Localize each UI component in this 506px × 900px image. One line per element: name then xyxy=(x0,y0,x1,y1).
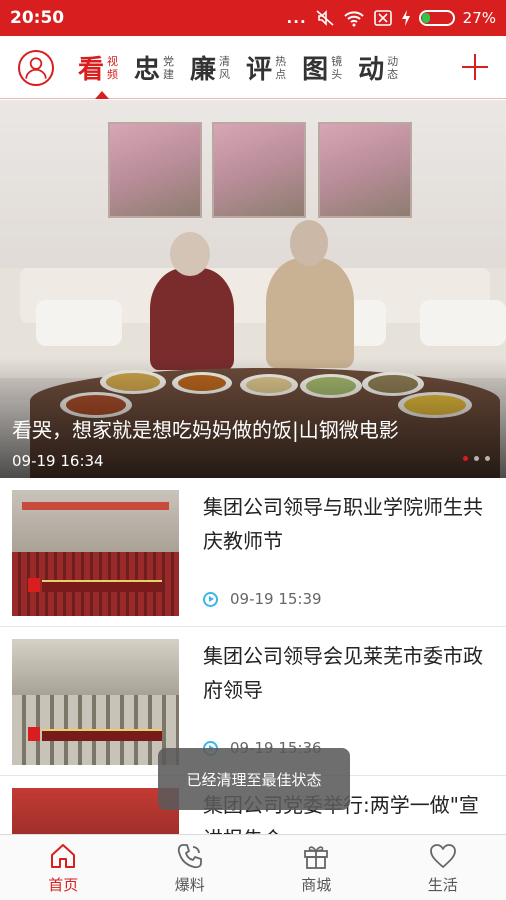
tab-news[interactable]: 动 动 态 xyxy=(358,36,414,99)
tab-review-sub: 热 点 xyxy=(275,55,286,81)
tab-integrity-sub1: 清 xyxy=(219,54,231,68)
news-thumbnail xyxy=(12,490,179,616)
featured-banner[interactable]: 看哭，想家就是想吃妈妈做的饭|山钢微电影 09-19 16:34 xyxy=(0,100,506,478)
tab-photo[interactable]: 图 镜 头 xyxy=(302,36,358,99)
phone-icon xyxy=(177,844,202,869)
channel-tabs: 看 视 频 忠 党 建 廉 清 风 评 热 点 图 镜 头 动 动 态 xyxy=(78,36,448,99)
tab-review-char: 评 xyxy=(246,55,273,85)
tab-news-sub1: 动 xyxy=(387,54,399,68)
news-title[interactable]: 集团公司领导会见莱芜市委市政府领导 xyxy=(203,639,498,707)
status-time: 20:50 xyxy=(10,8,65,28)
status-icons: ... 27% xyxy=(287,9,496,27)
banner-cushion xyxy=(36,300,122,346)
slide-dot xyxy=(474,456,479,461)
banner-title[interactable]: 看哭，想家就是想吃妈妈做的饭|山钢微电影 xyxy=(12,414,399,443)
nav-life[interactable]: 生活 xyxy=(380,835,506,900)
tab-integrity-char: 廉 xyxy=(190,55,217,85)
tab-video-sub2: 频 xyxy=(107,67,119,81)
news-thumbnail xyxy=(12,639,179,765)
charging-icon xyxy=(401,10,410,26)
tab-review-sub1: 热 xyxy=(275,54,287,68)
banner-painting xyxy=(108,122,202,218)
play-icon xyxy=(203,591,218,607)
thumb-banner xyxy=(22,502,169,510)
nav-mall[interactable]: 商城 xyxy=(253,835,380,900)
tab-integrity-sub: 清 风 xyxy=(219,55,230,81)
tab-video-sub1: 视 xyxy=(107,54,119,68)
app-screen: 20:50 ... 27% 看 视 频 忠 党 建 廉 清 风 评 热 点 图 … xyxy=(0,0,506,900)
slide-dot xyxy=(463,456,468,461)
thumb-logo xyxy=(28,727,40,741)
thumb-stage xyxy=(12,490,179,560)
no-sim-icon xyxy=(373,10,392,26)
mute-icon xyxy=(316,10,334,26)
tab-photo-char: 图 xyxy=(302,55,329,85)
toast-message: 已经清理至最佳状态 xyxy=(158,748,350,810)
banner-person xyxy=(150,268,234,370)
tab-review[interactable]: 评 热 点 xyxy=(246,36,302,99)
add-channel-icon[interactable] xyxy=(460,52,490,82)
tab-party-sub2: 建 xyxy=(163,67,175,81)
tab-video[interactable]: 看 视 频 xyxy=(78,36,134,99)
tab-party[interactable]: 忠 党 建 xyxy=(134,36,190,99)
home-icon xyxy=(51,844,76,868)
slide-indicator xyxy=(463,456,490,461)
tab-photo-sub: 镜 头 xyxy=(331,55,342,81)
channel-bar: 看 视 频 忠 党 建 廉 清 风 评 热 点 图 镜 头 动 动 态 xyxy=(0,36,506,99)
battery-percent: 27% xyxy=(462,9,496,27)
tab-video-sub: 视 频 xyxy=(107,55,118,81)
nav-mall-label: 商城 xyxy=(301,876,332,894)
tab-news-char: 动 xyxy=(358,55,385,85)
nav-home[interactable]: 首页 xyxy=(0,835,127,900)
tab-party-sub1: 党 xyxy=(163,54,175,68)
nav-tipoff-label: 爆料 xyxy=(174,876,205,894)
banner-painting xyxy=(318,122,412,218)
wifi-icon xyxy=(343,11,364,27)
status-bar: 20:50 ... 27% xyxy=(0,0,506,36)
thumb-logo xyxy=(28,578,40,592)
news-item[interactable]: 集团公司领导与职业学院师生共庆教师节 09-19 15:39 xyxy=(0,478,506,627)
tab-news-sub2: 态 xyxy=(387,67,399,81)
user-avatar-icon[interactable] xyxy=(18,50,54,86)
banner-head xyxy=(290,220,328,266)
tab-integrity-sub2: 风 xyxy=(219,67,231,81)
news-time: 09-19 15:39 xyxy=(230,590,322,608)
thumb-caption xyxy=(42,580,162,592)
banner-cushion xyxy=(420,300,506,346)
nav-life-label: 生活 xyxy=(427,876,458,894)
tab-party-sub: 党 建 xyxy=(163,55,174,81)
thumb-caption xyxy=(42,729,162,741)
heart-icon xyxy=(429,844,456,868)
battery-icon xyxy=(418,10,455,26)
banner-painting xyxy=(212,122,306,218)
slide-dot xyxy=(485,456,490,461)
nav-home-label: 首页 xyxy=(48,876,79,894)
bottom-nav: 首页 爆料 商城 生活 xyxy=(0,834,506,900)
tab-photo-sub2: 头 xyxy=(331,67,343,81)
gift-icon xyxy=(304,846,329,869)
tab-integrity[interactable]: 廉 清 风 xyxy=(190,36,246,99)
tab-photo-sub1: 镜 xyxy=(331,54,343,68)
news-meta: 09-19 15:39 xyxy=(203,590,322,608)
tab-party-char: 忠 xyxy=(134,55,161,85)
tab-news-sub: 动 态 xyxy=(387,55,398,81)
banner-time: 09-19 16:34 xyxy=(12,452,104,470)
nav-tipoff[interactable]: 爆料 xyxy=(127,835,254,900)
battery-level xyxy=(421,13,430,23)
more-notifications-icon: ... xyxy=(286,9,307,27)
tab-review-sub2: 点 xyxy=(275,67,287,81)
news-title[interactable]: 集团公司领导与职业学院师生共庆教师节 xyxy=(203,490,498,558)
banner-head xyxy=(170,232,210,276)
tab-video-char: 看 xyxy=(78,55,105,85)
banner-person xyxy=(266,258,354,368)
